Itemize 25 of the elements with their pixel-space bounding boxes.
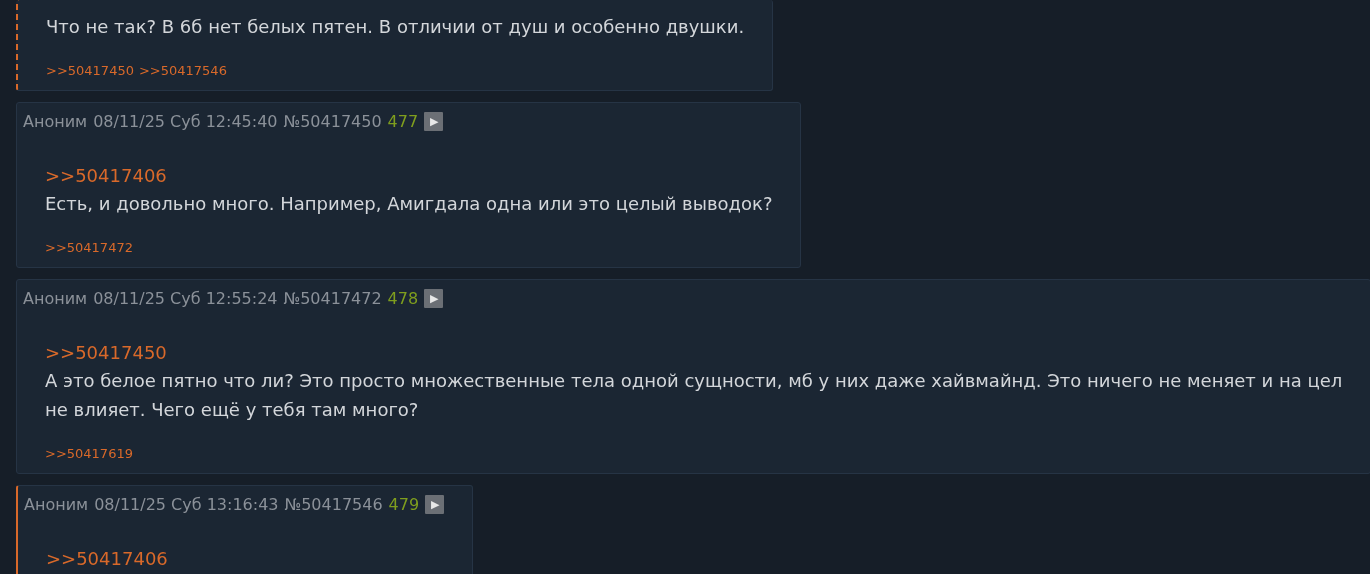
- post-text: Что не так? В 6б нет белых пятен. В отличии от душ и особенно двушки.: [46, 15, 745, 39]
- author-name: Аноним: [23, 111, 88, 131]
- backlink[interactable]: >>50417450: [46, 63, 134, 78]
- backlink[interactable]: >>50417472: [45, 240, 133, 255]
- backlink[interactable]: >>50417546: [138, 63, 227, 78]
- post-date: 08/11/25 Суб 12:45:40: [93, 111, 278, 131]
- post-number[interactable]: №50417472: [283, 288, 382, 308]
- post-count: 479: [388, 494, 420, 514]
- post-count: 477: [387, 111, 419, 131]
- post-text: А это белое пятно что ли? Это просто множественные тела одной сущности, мб у них даже хайвмайнд. Это ничего не меняет и на цел не влияет. Чего ещё у тебя там много?: [45, 369, 1343, 422]
- play-button[interactable]: ▶: [425, 494, 445, 514]
- author-name: Аноним: [24, 494, 89, 514]
- backlink[interactable]: >>50417619: [45, 446, 133, 461]
- post-count: 478: [387, 288, 419, 308]
- post-number[interactable]: №50417450: [283, 111, 382, 131]
- author-name: Аноним: [23, 288, 88, 308]
- reply-link[interactable]: >>50417406: [46, 546, 168, 572]
- post-date: 08/11/25 Суб 13:16:43: [94, 494, 279, 514]
- reply-link[interactable]: >>50417406: [45, 163, 167, 189]
- post-text: Есть, и довольно много. Например, Амигдала одна или это целый выводок?: [45, 192, 773, 216]
- reply-link[interactable]: >>50417450: [45, 340, 167, 366]
- post-date: 08/11/25 Суб 12:55:24: [93, 288, 278, 308]
- play-button[interactable]: ▶: [424, 111, 444, 131]
- post-number[interactable]: №50417546: [284, 494, 383, 514]
- play-button[interactable]: ▶: [424, 288, 444, 308]
